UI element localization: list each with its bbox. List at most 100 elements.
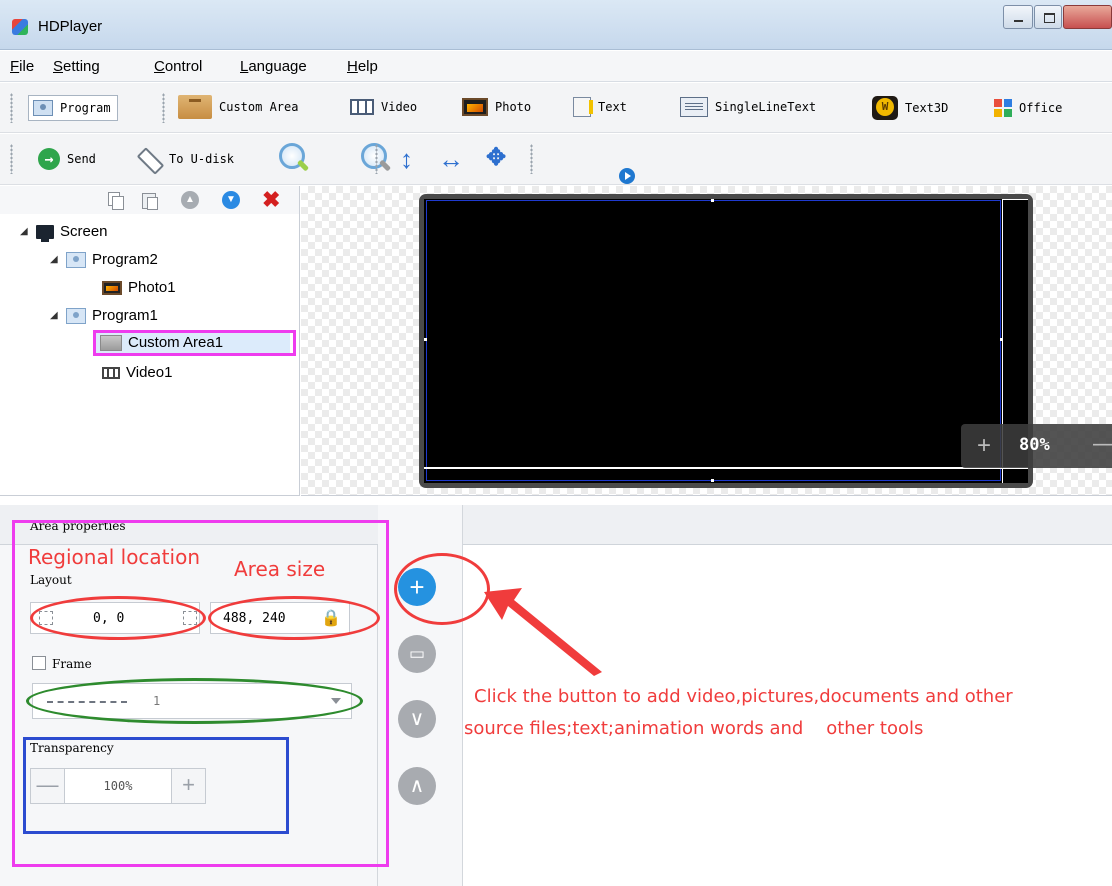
delete-item-button[interactable]: ▭ [398, 635, 436, 673]
menu-setting[interactable]: Setting [53, 58, 100, 75]
tree-node-photo1[interactable]: Photo1 [102, 279, 176, 296]
paste-icon[interactable] [140, 191, 158, 210]
office-icon [994, 99, 1012, 117]
zoom-level: 80% [1019, 435, 1050, 455]
tree-node-label: Video1 [126, 364, 173, 381]
video-icon [350, 99, 374, 115]
expand-triangle-icon[interactable]: ◢ [50, 310, 60, 321]
screen-icon [36, 224, 54, 242]
office-button[interactable]: Office [994, 99, 1062, 117]
delete-icon[interactable]: ✖ [262, 189, 280, 211]
preview-canvas[interactable]: + 80% — [301, 186, 1112, 496]
zoom-out-button[interactable]: — [1093, 430, 1112, 458]
send-icon [38, 148, 60, 170]
expand-triangle-icon[interactable]: ◢ [50, 254, 60, 265]
send-label: Send [67, 152, 96, 166]
custom-area-button[interactable]: Custom Area [178, 95, 298, 119]
video-icon [102, 366, 120, 379]
tree-node-label: Program2 [92, 251, 158, 268]
toolbar-grip[interactable] [10, 144, 13, 174]
photo-button[interactable]: Photo [462, 98, 531, 116]
toolbar-grip[interactable] [530, 144, 533, 174]
menu-help[interactable]: Help [347, 58, 378, 75]
custom-area-selection[interactable] [426, 200, 1001, 481]
text3d-label: Text3D [905, 101, 949, 115]
menu-control[interactable]: Control [154, 58, 202, 75]
arrow-shape [484, 588, 602, 676]
program-button[interactable]: Program [28, 95, 118, 121]
action-toolbar: Send To U-disk ↕ ↔ ✥ [0, 134, 1112, 185]
to-u-disk-label: To U-disk [169, 152, 235, 166]
annotation-instruction-line1: Click the button to add video,pictures,d… [474, 686, 1013, 707]
tree-node-program1[interactable]: ◢ Program1 [50, 307, 158, 324]
annotation-green-oval [26, 678, 363, 724]
resize-handle[interactable] [424, 338, 427, 341]
single-line-text-button[interactable]: SingleLineText [680, 97, 816, 117]
insert-toolbar: Program Custom Area Video Photo Text Sin… [0, 83, 1112, 133]
move-up-icon[interactable]: ▲ [181, 191, 199, 209]
move-up-button[interactable]: ∧ [398, 767, 436, 805]
video-label: Video [381, 100, 418, 114]
zoom-widget: + 80% — [961, 424, 1112, 468]
zoom-in-icon[interactable] [278, 142, 310, 174]
custom-area-icon [178, 95, 212, 119]
program-icon [33, 100, 53, 116]
annotation-magenta-highlight [93, 330, 296, 356]
close-button[interactable] [1063, 5, 1112, 29]
text-label: Text [598, 100, 627, 114]
move-arrows-icon[interactable]: ✥ [486, 145, 506, 171]
menu-file[interactable]: File [10, 58, 34, 75]
resize-handle[interactable] [711, 479, 714, 482]
toolbar-grip[interactable] [162, 93, 165, 123]
video-button[interactable]: Video [350, 99, 417, 115]
tree-node-label: Screen [60, 223, 108, 240]
copy-icon[interactable] [106, 191, 124, 210]
text3d-icon [872, 96, 898, 120]
text-icon [573, 97, 593, 117]
resize-handle[interactable] [711, 199, 714, 202]
program-icon [66, 251, 86, 268]
photo-icon [102, 280, 122, 295]
text-button[interactable]: Text [573, 97, 627, 117]
zoom-in-button[interactable]: + [977, 432, 991, 460]
photo-label: Photo [495, 100, 532, 114]
text3d-button[interactable]: Text3D [872, 96, 948, 120]
tree-node-program2[interactable]: ◢ Program2 [50, 251, 158, 268]
led-screen[interactable] [424, 199, 1028, 483]
single-line-text-label: SingleLineText [715, 100, 817, 114]
tree-node-label: Program1 [92, 307, 158, 324]
single-line-text-icon [680, 97, 708, 117]
toolbar-grip[interactable] [10, 93, 13, 123]
guide-line [424, 467, 1028, 469]
play-icon[interactable] [619, 168, 636, 184]
office-label: Office [1019, 101, 1063, 115]
vertical-arrows-icon[interactable]: ↕ [400, 146, 413, 172]
annotation-area-size: Area size [234, 557, 326, 581]
toolbar-grip[interactable] [375, 144, 378, 174]
annotation-arrow [484, 588, 602, 676]
move-down-button[interactable]: ∨ [398, 700, 436, 738]
annotation-red-oval [208, 596, 380, 640]
led-screen-frame [419, 194, 1033, 488]
photo-icon [462, 98, 488, 116]
expand-triangle-icon[interactable]: ◢ [20, 226, 30, 237]
send-button[interactable]: Send [38, 148, 96, 170]
menu-language[interactable]: Language [240, 58, 307, 75]
horizontal-arrows-icon[interactable]: ↔ [438, 146, 464, 172]
menu-bar: File Setting Control Language Help [0, 51, 1112, 82]
usb-icon [136, 146, 162, 172]
program-icon [66, 307, 86, 324]
move-down-icon[interactable]: ▼ [222, 191, 240, 209]
minimize-button[interactable] [1003, 5, 1033, 29]
title-bar: HDPlayer [0, 0, 1112, 50]
tree-node-screen[interactable]: ◢ Screen [20, 223, 108, 242]
guide-line [1002, 199, 1028, 200]
annotation-blue-box [23, 737, 289, 834]
tree-node-video1[interactable]: Video1 [102, 364, 172, 381]
program-label: Program [60, 101, 111, 115]
tree-toolbar: ▲ ▼ ✖ [0, 186, 299, 214]
to-u-disk-button[interactable]: To U-disk [136, 146, 234, 172]
maximize-button[interactable] [1034, 5, 1062, 29]
tree-node-label: Photo1 [128, 279, 176, 296]
resize-handle[interactable] [1000, 338, 1003, 341]
